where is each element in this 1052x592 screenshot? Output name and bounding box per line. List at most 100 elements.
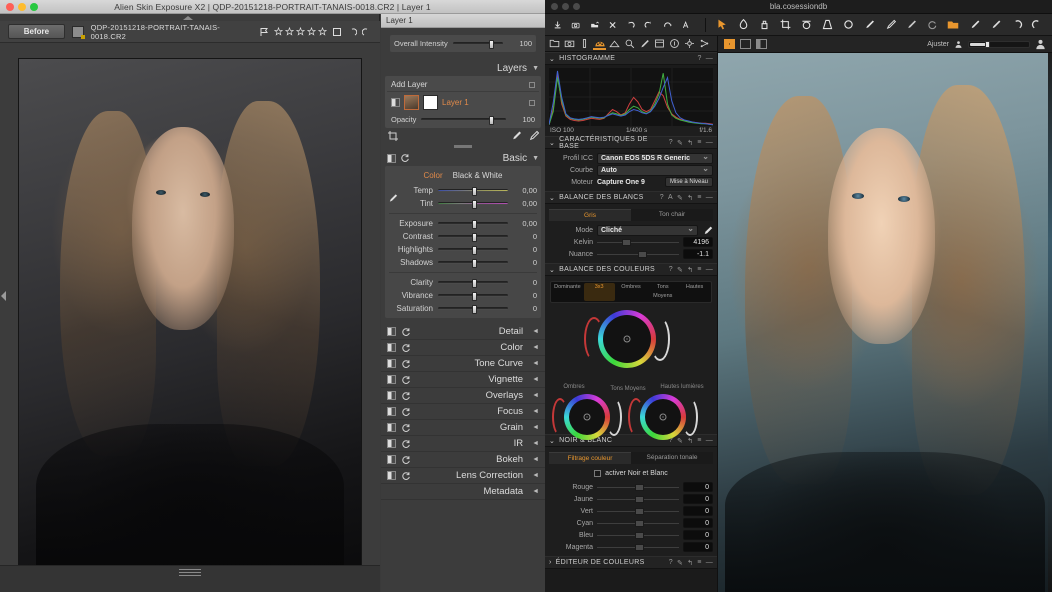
cursor-tool-icon[interactable] <box>716 18 729 31</box>
undo-icon[interactable] <box>347 27 357 37</box>
edit-icon[interactable]: ✎ <box>677 266 683 274</box>
upgrade-button[interactable]: Mise à Niveau <box>664 177 713 187</box>
panel-row-overlays[interactable]: Overlays ◄ <box>381 388 545 404</box>
chevron-left-icon[interactable]: ◄ <box>532 424 539 431</box>
filmstrip-bar[interactable] <box>0 565 380 592</box>
erase-mask-icon[interactable] <box>884 18 897 31</box>
help-icon[interactable]: ? <box>660 194 664 202</box>
highlights-wheel-handle[interactable] <box>659 413 667 421</box>
overall-intensity-control[interactable]: Overall Intensity 100 <box>390 35 536 52</box>
pen-icon[interactable] <box>989 18 1002 31</box>
chevron-left-icon[interactable]: ◄ <box>532 376 539 383</box>
panel-reset-icon[interactable] <box>401 407 411 417</box>
draw-mask-icon[interactable] <box>863 18 876 31</box>
white-balance-tabs[interactable]: Gris Ton chair <box>549 209 713 221</box>
eyedropper-icon[interactable] <box>702 225 713 236</box>
tab-3x3[interactable]: 3x3 <box>583 283 615 301</box>
black-white-tabs[interactable]: Filtrage couleur Séparation tonale <box>549 452 713 464</box>
batch-icon[interactable] <box>698 37 711 50</box>
rating-stars[interactable] <box>274 27 327 36</box>
color-balance-header[interactable]: ⌄ BALANCE DES COULEURS ? ✎ ↰ ≡ — <box>545 263 717 276</box>
chevron-down-icon[interactable]: ▼ <box>532 65 539 72</box>
reset-icon[interactable]: ↰ <box>687 139 693 147</box>
clarity-slider[interactable] <box>438 279 508 288</box>
panel-row-lens-correction[interactable]: Lens Correction ◄ <box>381 468 545 484</box>
cyan-value[interactable]: 0 <box>683 518 713 528</box>
jaune-slider[interactable] <box>597 495 679 503</box>
rouge-value[interactable]: 0 <box>683 482 713 492</box>
vibrance-slider[interactable] <box>438 292 508 301</box>
saturation-control[interactable]: Saturation 0 <box>389 302 537 315</box>
kelvin-row[interactable]: Kelvin 4196 <box>549 236 713 248</box>
basic-visibility-icon[interactable] <box>387 153 396 163</box>
panel-row-metadata[interactable]: Metadata ◄ <box>381 484 545 500</box>
magenta-value[interactable]: 0 <box>683 542 713 552</box>
nuance-row[interactable]: Nuance -1.1 <box>549 248 713 260</box>
exposure-icon[interactable] <box>608 37 621 50</box>
panel-visibility-icon[interactable] <box>387 423 396 432</box>
help-icon[interactable]: ? <box>669 559 673 567</box>
layer-row[interactable]: Layer 1 <box>387 92 539 113</box>
rotate-right-icon[interactable] <box>644 18 653 32</box>
vert-value[interactable]: 0 <box>683 506 713 516</box>
panel-visibility-icon[interactable] <box>387 391 396 400</box>
undo-circle-icon[interactable] <box>1010 18 1023 31</box>
vert-slider[interactable] <box>597 507 679 515</box>
panel-reset-icon[interactable] <box>401 359 411 369</box>
tab-gris[interactable]: Gris <box>549 209 631 221</box>
bleu-value[interactable]: 0 <box>683 530 713 540</box>
chevron-left-icon[interactable]: ◄ <box>532 344 539 351</box>
star-icon-1[interactable] <box>274 27 283 36</box>
chevron-down-icon[interactable]: ⌄ <box>549 139 555 147</box>
cyan-row[interactable]: Cyan 0 <box>549 517 713 529</box>
camera-icon[interactable] <box>571 18 580 32</box>
kelvin-slider[interactable] <box>597 238 679 246</box>
spot-removal-icon[interactable] <box>842 18 855 31</box>
panel-row-detail[interactable]: Detail ◄ <box>381 324 545 340</box>
panel-visibility-icon[interactable] <box>387 359 396 368</box>
highlights-control[interactable]: Highlights 0 <box>389 243 537 256</box>
temp-control[interactable]: Temp 0,00 <box>389 184 537 197</box>
collapse-icon[interactable]: — <box>706 437 713 445</box>
panel-reset-icon[interactable] <box>401 327 411 337</box>
star-icon-3[interactable] <box>296 27 305 36</box>
add-layer-row[interactable]: Add Layer <box>387 78 539 92</box>
white-balance-tool-icon[interactable] <box>758 18 771 31</box>
contrast-control[interactable]: Contrast 0 <box>389 230 537 243</box>
wb-mode-row[interactable]: Mode Cliché <box>549 224 713 236</box>
jaune-value[interactable]: 0 <box>683 494 713 504</box>
color-picker-tool-icon[interactable] <box>737 18 750 31</box>
tab-ombres[interactable]: Ombres <box>616 283 647 301</box>
zoom-slider[interactable] <box>968 40 1030 48</box>
output-icon[interactable] <box>668 37 681 50</box>
wb-mode-select[interactable]: Cliché <box>597 224 698 236</box>
shadows-wheel[interactable] <box>552 394 622 440</box>
panel-row-grain[interactable]: Grain ◄ <box>381 420 545 436</box>
keystone-tool-icon[interactable] <box>821 18 834 31</box>
exposure-slider[interactable] <box>438 220 508 229</box>
panel-row-bokeh[interactable]: Bokeh ◄ <box>381 452 545 468</box>
layer-mask-thumbnail[interactable] <box>423 95 438 110</box>
panel-visibility-icon[interactable] <box>387 327 396 336</box>
flag-icon[interactable] <box>259 27 269 37</box>
redo-circle-icon[interactable] <box>1031 18 1044 31</box>
panel-visibility-icon[interactable] <box>387 471 396 480</box>
pane-grabber[interactable] <box>183 16 197 20</box>
overall-intensity-slider[interactable] <box>452 40 503 49</box>
enable-bw-row[interactable]: activer Noir et Blanc <box>549 467 713 479</box>
opacity-slider[interactable] <box>421 116 506 125</box>
menu-icon[interactable]: ≡ <box>697 139 701 147</box>
edit-icon[interactable]: ✎ <box>677 194 683 202</box>
chevron-left-icon[interactable]: ◄ <box>532 328 539 335</box>
redo-icon[interactable] <box>663 18 672 32</box>
panel-visibility-icon[interactable] <box>387 455 396 464</box>
before-button[interactable]: Before <box>8 24 65 39</box>
chevron-left-icon[interactable]: ◄ <box>532 456 539 463</box>
tab-ton-chair[interactable]: Ton chair <box>631 209 713 221</box>
highlights-slider[interactable] <box>438 246 508 255</box>
highlights-wheel[interactable] <box>628 394 698 440</box>
histogram-section-header[interactable]: ⌄ HISTOGRAMME ? — <box>545 52 717 65</box>
redo-icon[interactable] <box>362 27 372 37</box>
bleu-slider[interactable] <box>597 531 679 539</box>
edit-icon[interactable]: ✎ <box>677 559 683 567</box>
